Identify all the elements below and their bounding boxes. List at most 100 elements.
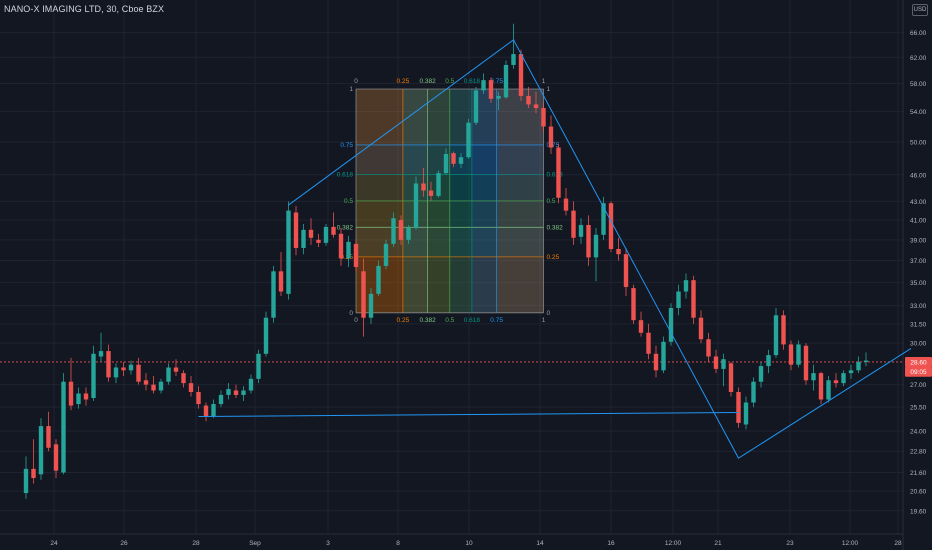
candle-body	[83, 393, 89, 400]
candle-body	[76, 393, 81, 405]
candle-body	[466, 122, 471, 158]
fib-bottom-label: 0.382	[419, 317, 436, 324]
candle-body	[638, 320, 644, 333]
price-chart[interactable]: 66.00 62.00 58.00 54.00 50.00 46.00 43.00 41.00…	[0, 0, 932, 550]
x-tick-label: 10	[465, 540, 473, 547]
candle-body	[653, 353, 659, 371]
currency-button[interactable]: USD	[912, 4, 928, 16]
candle-body	[623, 254, 629, 287]
x-tick-label: 28	[192, 540, 200, 547]
candle-body	[803, 345, 809, 381]
candle-body	[271, 271, 276, 318]
candle-body	[863, 360, 869, 362]
candle-body	[488, 80, 494, 99]
candle-body	[113, 367, 119, 378]
candle-body	[68, 381, 74, 406]
candle-body	[376, 265, 381, 294]
candle-body	[248, 378, 254, 391]
fib-top-label: 0.382	[419, 78, 436, 85]
candle-body	[421, 183, 426, 191]
fib-bottom-label: 0.75	[490, 317, 503, 324]
candle-body	[563, 198, 569, 211]
fib-bottom-label: 0.618	[464, 317, 481, 324]
y-tick-label: 58.00	[910, 81, 927, 88]
candle-body	[518, 54, 524, 96]
fib-left-label: 0	[349, 310, 353, 317]
candle-body	[451, 153, 456, 164]
candle-body	[608, 203, 614, 250]
candle-body	[848, 370, 854, 374]
x-tick-label: 12:00	[842, 540, 859, 547]
price-label-text: 09:05	[910, 369, 927, 376]
candle-body	[728, 363, 734, 392]
candle-body	[826, 380, 831, 400]
candle-body	[31, 468, 36, 479]
y-tick-label: 31.50	[910, 321, 927, 328]
x-tick-label: 21	[714, 540, 722, 547]
candle-body	[353, 243, 359, 267]
candle-body	[766, 355, 771, 367]
candle-body	[23, 468, 29, 494]
candle-body	[98, 351, 104, 357]
candle-body	[413, 183, 419, 228]
candle-body	[316, 239, 321, 243]
candle-body	[511, 54, 516, 65]
price-label-text: 28.60	[910, 359, 927, 366]
candle-body	[698, 317, 704, 340]
fib-left-label: 0.382	[337, 224, 354, 231]
candle-body	[458, 157, 464, 164]
candle-body	[406, 227, 411, 240]
candle-body	[173, 367, 179, 372]
candle-body	[331, 226, 336, 235]
y-tick-label: 19.60	[910, 508, 927, 515]
candle-body	[203, 405, 209, 417]
candle-body	[428, 190, 434, 196]
candle-body	[661, 341, 666, 371]
candle-body	[278, 271, 284, 292]
chart-stage[interactable]: 66.00 62.00 58.00 54.00 50.00 46.00 43.00 41.00…	[0, 0, 932, 550]
candle-body	[533, 104, 539, 109]
x-tick-label: 28	[894, 540, 902, 547]
candle-body	[631, 288, 636, 321]
candle-body	[308, 229, 314, 238]
candle-body	[436, 173, 441, 196]
candle-body	[286, 210, 291, 294]
candle-body	[361, 271, 366, 318]
candle-body	[811, 373, 816, 381]
x-tick-label: 16	[607, 540, 615, 547]
y-tick-label: 27.00	[910, 382, 927, 389]
fib-top-label: 0.25	[397, 78, 410, 85]
fib-right-label: 0.382	[547, 224, 564, 231]
candle-body	[143, 380, 149, 385]
y-tick-label: 62.00	[910, 55, 927, 62]
candle-body	[721, 359, 726, 369]
candle-body	[301, 229, 306, 248]
candle-body	[263, 317, 269, 354]
candle-body	[578, 224, 584, 237]
candle-body	[211, 404, 216, 417]
candle-body	[526, 95, 531, 105]
candle-body	[496, 95, 501, 99]
fib-right-label: 0.25	[547, 254, 560, 261]
symbol-header: NANO-X IMAGING LTD, 30, Cboe BZX	[4, 4, 165, 14]
x-tick-label: 8	[396, 540, 400, 547]
candle-body	[676, 291, 681, 308]
candle-body	[398, 220, 404, 240]
candle-body	[293, 212, 299, 248]
candle-body	[338, 233, 344, 259]
y-tick-label: 41.00	[910, 218, 927, 225]
candle-body	[196, 391, 201, 405]
candle-body	[128, 364, 134, 371]
candle-body	[181, 373, 186, 384]
candle-body	[323, 226, 329, 243]
fib-right-label: 0	[547, 310, 551, 317]
candle-body	[136, 364, 141, 382]
candle-body	[46, 426, 51, 448]
y-tick-label: 50.00	[910, 139, 927, 146]
candle-body	[188, 383, 194, 392]
x-tick-label: 14	[536, 540, 544, 547]
candle-body	[121, 367, 126, 371]
candle-body	[713, 356, 719, 369]
candle-body	[38, 426, 44, 475]
candle-body	[773, 315, 779, 356]
